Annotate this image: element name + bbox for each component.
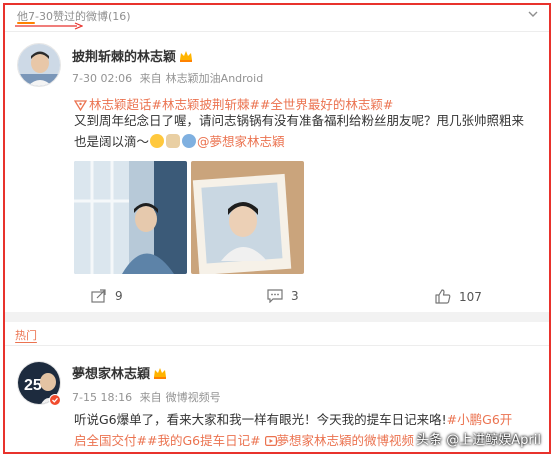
comment-icon (267, 289, 283, 303)
repost-button[interactable]: 9 (91, 289, 123, 303)
post-text-line1: 听说G6爆单了，看来大家和我一样有眼光！今天我的提车日记来咯!#小鹏G6开 (74, 409, 544, 430)
post-photo-2[interactable] (191, 161, 304, 274)
liked-weibo-panel: 他7-30赞过的微博(16) 披荆斩棘的林志颖 7-30 02:06 来自 林志颖… (3, 3, 551, 454)
post-text: 又到周年纪念日了喔，请问志锅锅有没有准备福利给粉丝朋友呢？甩几张帅照粗来 也是阔… (74, 110, 544, 152)
topic-link[interactable]: #小鹏G6开 (447, 412, 513, 427)
chevron-down-icon[interactable] (527, 8, 539, 20)
post-author[interactable]: 披荆斩棘的林志颖 (72, 46, 193, 65)
section-header: 他7-30赞过的微博(16) (5, 5, 549, 27)
post-text-line2-prefix: 也是阔以滴～ (74, 134, 150, 149)
verified-badge-icon (49, 394, 61, 406)
post-text-line1: 又到周年纪念日了喔，请问志锅锅有没有准备福利给粉丝朋友呢？甩几张帅照粗来 (74, 113, 525, 128)
post-source: 林志颖加油Android (165, 72, 264, 85)
header-divider (5, 31, 549, 32)
section-separator (5, 312, 549, 322)
post-photo-1[interactable] (74, 161, 187, 274)
post2-text-plain: 听说G6爆单了，看来大家和我一样有眼光！今天我的提车日记来咯! (74, 412, 447, 427)
post-time[interactable]: 7-15 18:16 (72, 391, 132, 404)
comment-button[interactable]: 3 (267, 289, 299, 303)
post-author[interactable]: 夢想家林志穎 (72, 363, 167, 382)
post-author-name[interactable]: 夢想家林志穎 (72, 367, 150, 382)
post-meta: 7-30 02:06 来自 林志颖加油Android (72, 70, 267, 86)
post-text-line2: 也是阔以滴～ @夢想家林志穎 (74, 131, 544, 152)
repost-icon (91, 289, 106, 303)
post-meta: 7-15 18:16 来自 微博视频号 (72, 389, 225, 405)
watermark: 头条 @上进鲸娱April (416, 433, 541, 448)
vip-crown-icon (154, 368, 167, 379)
source-prefix: 来自 (139, 72, 162, 85)
like-count: 107 (459, 289, 482, 304)
mention-link[interactable]: @夢想家林志穎 (197, 134, 285, 149)
thumbs-up-icon (435, 289, 451, 304)
annotation-arrow-icon (15, 22, 83, 30)
post-source: 微博视频号 (165, 391, 221, 404)
video-link[interactable]: 夢想家林志穎的微博视频 (277, 433, 415, 448)
vip-crown-icon (180, 51, 193, 62)
post-time[interactable]: 7-30 02:06 (72, 72, 132, 85)
avatar[interactable] (17, 43, 61, 87)
hot-underline (15, 342, 37, 343)
video-icon (264, 436, 277, 447)
hot-divider (5, 345, 549, 346)
source-prefix: 来自 (139, 391, 162, 404)
svg-text:25: 25 (24, 377, 42, 394)
post-author-name[interactable]: 披荆斩棘的林志颖 (72, 50, 176, 65)
hot-section-label: 热门 (15, 329, 37, 342)
repost-count: 9 (115, 289, 123, 303)
topic-link[interactable]: 启全国交付##我的G6提车日记# (74, 433, 261, 448)
dog-emoji-icon (166, 134, 181, 148)
hands-emoji-icon (182, 134, 197, 148)
like-button[interactable]: 107 (435, 289, 482, 304)
grin-emoji-icon (150, 134, 165, 148)
comment-count: 3 (291, 289, 299, 303)
